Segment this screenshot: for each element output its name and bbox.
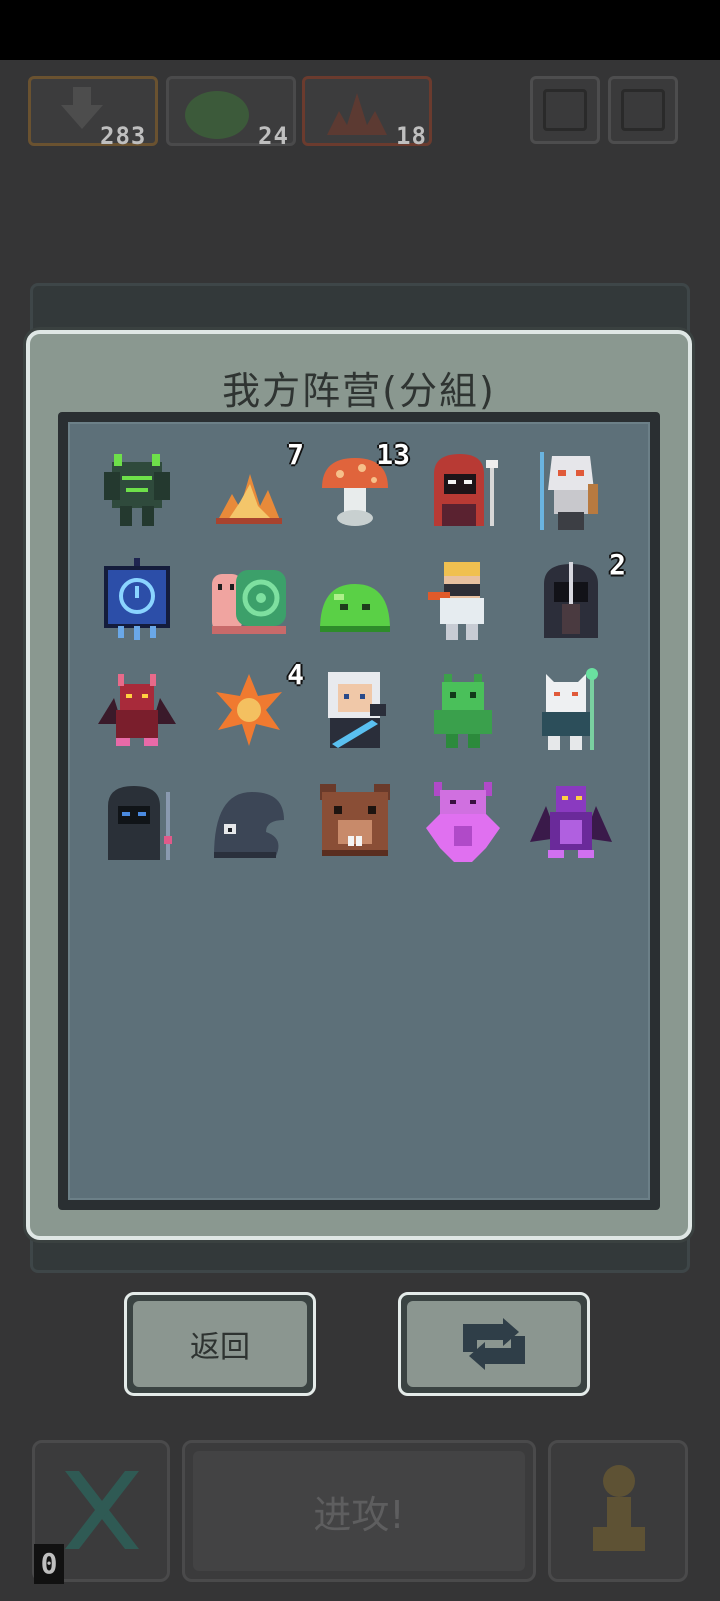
skull-shaman-icon [540,452,598,530]
unit-brown-rat[interactable] [312,776,398,868]
pink-demon-icon [426,782,500,862]
swap-arrows-icon [463,1318,525,1370]
red-hood-mage-icon [434,454,498,526]
unit-spiky-fire[interactable]: 4 [206,658,304,756]
unit-red-hood-mage[interactable] [420,444,506,536]
unit-purple-dragon[interactable] [528,776,614,868]
unit-grid: 7 13 2 4 [68,422,650,1200]
modal-title: 我方阵营(分組) [222,369,496,413]
unit-red-demon[interactable] [94,664,180,756]
status-bar [0,0,720,60]
resource-flame-count: 18 [396,122,427,150]
snail-icon [212,570,286,634]
shadow-mage-icon [108,786,172,860]
white-beast-icon [542,668,598,750]
unit-mushroom[interactable]: 13 [312,438,410,536]
unit-skull-shaman[interactable] [528,444,614,536]
unit-green-golem[interactable] [94,444,180,536]
dark-ghost-icon [214,792,284,858]
unit-dark-knight[interactable]: 2 [528,548,626,646]
team-modal: 我方阵营(分組) 7 13 2 4 [26,330,692,1240]
white-hair-hero-icon [328,672,386,748]
spiky-fire-icon [216,674,282,746]
unit-count-badge: 13 [376,438,410,471]
unit-pink-demon[interactable] [420,776,506,868]
fire-sprout-icon [216,474,282,524]
unit-white-beast[interactable] [528,664,614,756]
unit-fire-sprout[interactable]: 7 [206,438,304,536]
attack-button-label: 进攻! [313,1492,405,1537]
cancel-counter: 0 [34,1544,64,1584]
pawn-box[interactable] [548,1440,688,1582]
brown-rat-icon [320,784,390,856]
green-imp-icon [434,674,492,748]
settings-button[interactable] [608,76,678,144]
unit-green-imp[interactable] [420,664,506,756]
unit-dark-ghost[interactable] [206,776,292,868]
unit-grid-frame: 7 13 2 4 [58,412,660,1210]
unit-count-badge: 4 [287,658,304,691]
back-button-label: 返回 [190,1330,250,1365]
unit-white-hair-hero[interactable] [312,664,398,756]
pawn-icon [593,1465,645,1551]
unit-count-badge: 7 [287,438,304,471]
dark-knight-icon [544,562,598,638]
resource-slime-count: 24 [258,122,289,150]
resource-arrow-count: 283 [100,122,147,150]
green-golem-icon [104,454,170,526]
unit-shadow-mage[interactable] [94,776,180,868]
unit-count-badge: 2 [609,548,626,581]
unit-ninja[interactable] [420,554,506,646]
blue-banner-icon [104,558,170,640]
back-button[interactable]: 返回 [124,1292,316,1396]
unit-blue-banner[interactable] [94,554,180,646]
swap-button[interactable] [398,1292,590,1396]
green-slime-icon [320,584,390,632]
attack-button[interactable]: 进攻! [182,1440,536,1582]
purple-dragon-icon [530,786,612,858]
close-icon [65,1471,139,1549]
flame-icon [327,93,387,135]
red-demon-icon [98,674,176,746]
unit-green-slime[interactable] [312,554,398,646]
ninja-icon [428,562,484,640]
unit-snail[interactable] [206,554,292,646]
help-button[interactable] [530,76,600,144]
slime-icon [185,91,249,139]
